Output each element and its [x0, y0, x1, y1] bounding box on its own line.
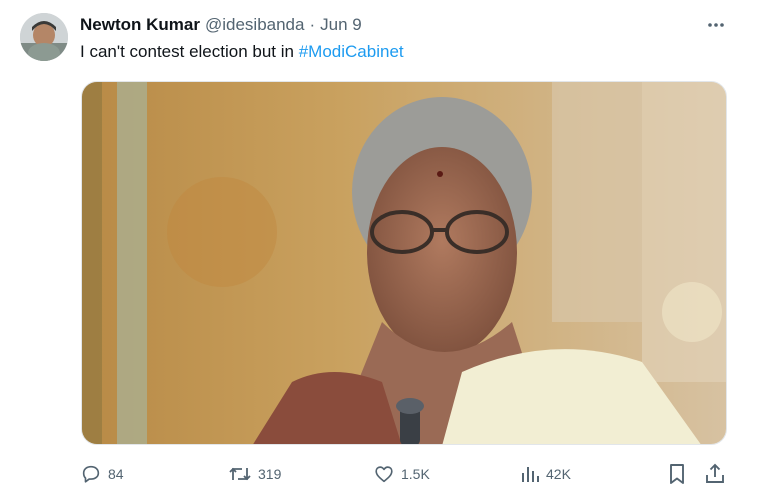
heart-icon [375, 466, 393, 483]
media-photo [82, 82, 726, 444]
author-handle[interactable]: @idesibanda [205, 15, 305, 35]
like-button[interactable]: 1.5K [373, 460, 430, 488]
repost-button[interactable]: 319 [228, 460, 281, 488]
views-count: 42K [546, 466, 571, 482]
share-button[interactable] [704, 460, 726, 488]
repost-count: 319 [258, 466, 282, 482]
reply-icon [82, 465, 100, 483]
like-count: 1.5K [401, 466, 430, 482]
views-button[interactable]: 42K [520, 460, 571, 488]
reply-button[interactable]: 84 [80, 460, 124, 488]
author-name[interactable]: Newton Kumar [80, 15, 200, 35]
more-horizontal-icon [708, 23, 724, 27]
tweet-actions-bar: 84 319 1.5K 42K [80, 460, 730, 488]
tweet-media-image[interactable] [81, 81, 727, 445]
avatar-image [20, 13, 68, 61]
tweet-card[interactable]: Newton Kumar @idesibanda · Jun 9 I can't… [0, 0, 770, 503]
separator-dot: · [309, 15, 316, 34]
hashtag-link[interactable]: #ModiCabinet [299, 42, 404, 61]
more-options-button[interactable] [704, 14, 728, 36]
tweet-text: I can't contest election but in #ModiCab… [80, 42, 404, 62]
share-icon [706, 463, 724, 483]
tweet-date[interactable]: Jun 9 [320, 15, 362, 35]
reply-count: 84 [108, 466, 124, 482]
bookmark-button[interactable] [667, 460, 687, 488]
bookmark-icon [670, 464, 684, 484]
tweet-header: Newton Kumar @idesibanda · Jun 9 [80, 14, 362, 36]
repost-icon [229, 467, 251, 481]
avatar[interactable] [20, 13, 68, 61]
tweet-text-body: I can't contest election but in [80, 42, 299, 61]
views-icon [522, 467, 539, 482]
